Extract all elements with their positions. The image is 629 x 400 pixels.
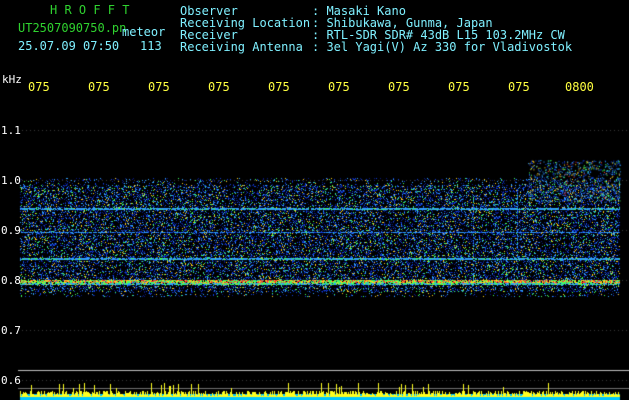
axis-unit: kHz [2,73,22,86]
mode-label: meteor [122,25,166,39]
app-title: H R O F F T [50,3,130,17]
time-tick-label: 075 [328,80,350,94]
hrofft-screen: { "header": { "app_title": "H R O F F T"… [0,0,629,400]
time-tick-label: 075 [88,80,110,94]
frequency-tick-label: 1.0 [1,174,21,187]
frequency-tick-label: 1.1 [1,124,21,137]
time-tick-label: 075 [208,80,230,94]
antenna-value: : 3el Yagi(V) Az 330 for Vladivostok [312,40,573,54]
time-tick-label: 075 [28,80,50,94]
count-value: 113 [140,39,162,53]
frequency-tick-label: 0.7 [1,324,21,337]
time-tick-label: 075 [268,80,290,94]
time-tick-label: 075 [448,80,470,94]
time-tick-label: 075 [148,80,170,94]
time-tick-label: 075 [388,80,410,94]
frequency-tick-label: 0.6 [1,374,21,387]
time-tick-label: 075 [508,80,530,94]
time-tick-label: 0800 [565,80,594,94]
timestamp: 25.07.09 07:50 [18,39,120,53]
waterfall-spectrogram [0,0,629,400]
antenna-label: Receiving Antenna [180,40,303,54]
frequency-tick-label: 0.8 [1,274,21,287]
frequency-tick-label: 0.9 [1,224,21,237]
file-name: UT2507090750.pn [18,21,127,35]
